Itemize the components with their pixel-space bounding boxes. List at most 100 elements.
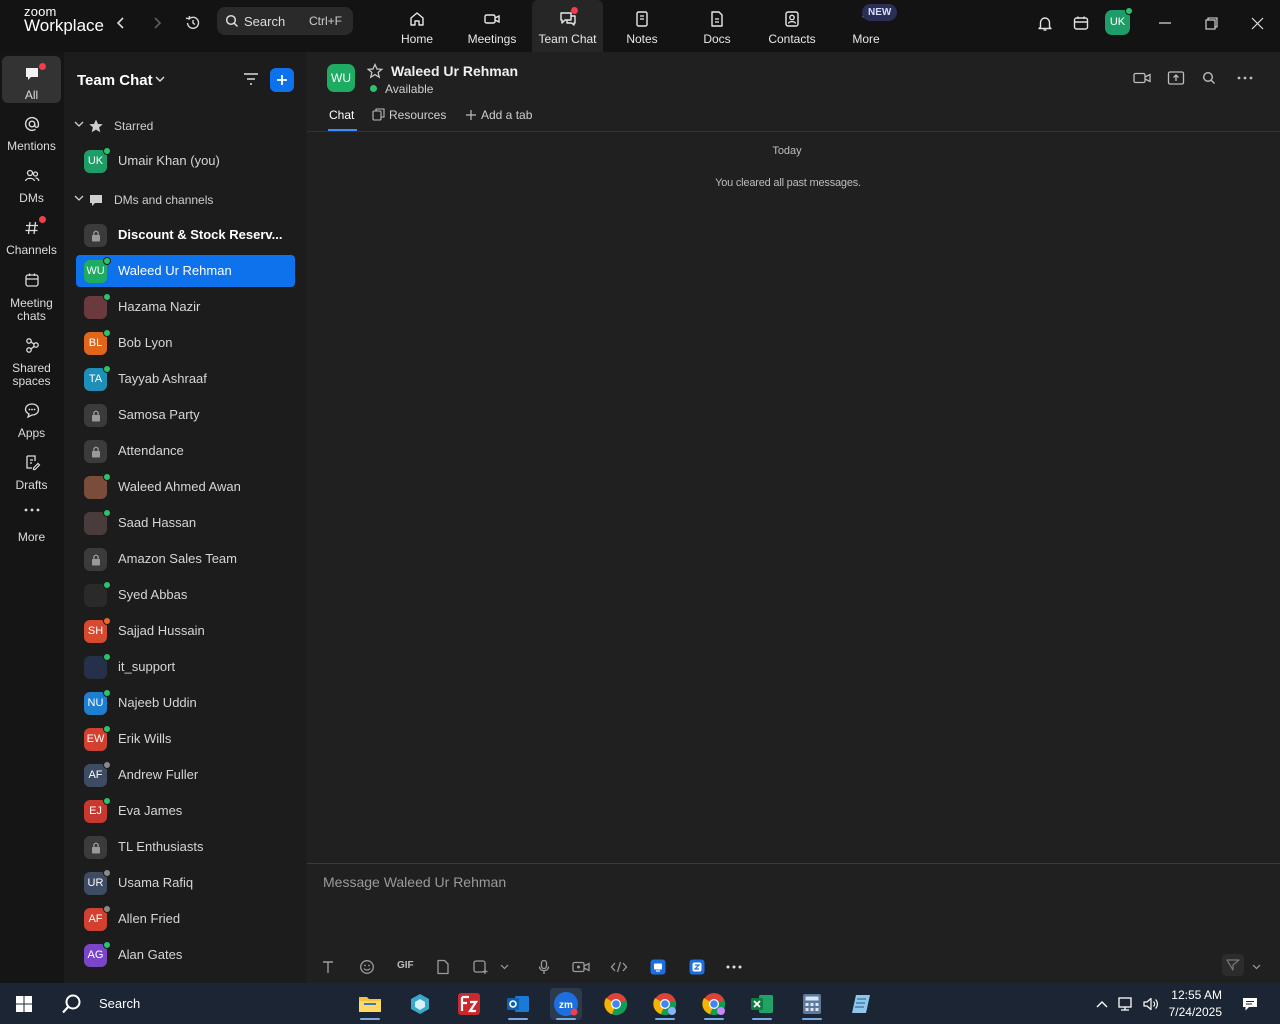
video-call-icon[interactable] (1133, 71, 1151, 85)
file-icon[interactable] (434, 958, 452, 976)
contact-row[interactable]: AF Allen Fried (76, 903, 295, 935)
whiteboard-app-icon[interactable] (649, 958, 667, 976)
taskbar-time[interactable]: 12:55 AM (1170, 988, 1222, 1002)
video-message-icon[interactable] (572, 958, 590, 976)
contact-row[interactable]: EW Erik Wills (76, 723, 295, 755)
chrome-icon[interactable] (600, 988, 632, 1020)
outlook-icon[interactable] (502, 988, 534, 1020)
zoom-app-icon[interactable] (688, 958, 706, 976)
contact-row[interactable]: SH Sajjad Hussain (76, 615, 295, 647)
contact-name: Andrew Fuller (118, 767, 199, 782)
taskbar-search-label[interactable]: Search (99, 996, 140, 1011)
rail-item-drafts[interactable]: Drafts (2, 448, 61, 494)
volume-icon[interactable] (1139, 988, 1163, 1020)
tab-chat[interactable]: Chat (329, 108, 354, 122)
contact-row[interactable]: Saad Hassan (76, 507, 295, 539)
rail-item-all[interactable]: All (2, 56, 61, 103)
contact-row[interactable]: AF Andrew Fuller (76, 759, 295, 791)
channel-row[interactable]: Amazon Sales Team (76, 543, 295, 575)
section-label: DMs and channels (114, 193, 214, 207)
chat-title[interactable]: Waleed Ur Rehman (391, 63, 518, 79)
calculator-icon[interactable] (796, 988, 828, 1020)
bell-icon[interactable] (1034, 12, 1056, 34)
tab-contacts[interactable]: Contacts (762, 0, 822, 52)
search-input[interactable]: Search Ctrl+F (217, 7, 353, 35)
contact-row[interactable]: NU Najeeb Uddin (76, 687, 295, 719)
notification-center-icon[interactable] (1234, 988, 1266, 1020)
windows-start-icon[interactable] (8, 988, 40, 1020)
share-screen-icon[interactable] (1167, 71, 1185, 85)
microphone-icon[interactable] (535, 958, 553, 976)
text-format-icon[interactable] (319, 958, 337, 976)
contact-row[interactable]: AG Alan Gates (76, 939, 295, 971)
chevron-down-icon[interactable] (155, 76, 165, 83)
tab-home[interactable]: Home (388, 0, 446, 52)
contact-row[interactable]: EJ Eva James (76, 795, 295, 827)
gif-button[interactable]: GIF (397, 960, 414, 971)
rail-item-channels[interactable]: Channels (2, 214, 61, 260)
show-hidden-icons-chevron[interactable] (1090, 988, 1114, 1020)
contact-row[interactable]: Hazama Nazir (76, 291, 295, 323)
minimize-icon[interactable] (1154, 12, 1176, 34)
code-snippet-icon[interactable] (610, 958, 628, 976)
more-icon (23, 507, 41, 513)
rail-item-more[interactable]: More (2, 500, 61, 546)
file-explorer-icon[interactable] (354, 988, 386, 1020)
tab-resources[interactable]: Resources (372, 108, 446, 122)
rail-item-meeting-chats[interactable]: Meeting chats (2, 266, 61, 324)
chrome-profile-icon-2[interactable] (698, 988, 730, 1020)
tab-add-a-tab[interactable]: Add a tab (465, 108, 532, 122)
search-icon[interactable] (1202, 71, 1216, 85)
contact-row[interactable]: it_support (76, 651, 295, 683)
tab-meetings[interactable]: Meetings (462, 0, 522, 52)
rail-item-apps[interactable]: Apps (2, 396, 61, 442)
channel-row[interactable]: TL Enthusiasts (76, 831, 295, 863)
forward-arrow-icon[interactable] (146, 12, 168, 34)
chevron-down-icon[interactable] (1247, 958, 1265, 976)
screenshot-icon[interactable] (471, 958, 489, 976)
rail-item-mentions[interactable]: Mentions (2, 110, 61, 156)
presence-dot (1125, 7, 1133, 15)
taskbar-search-icon[interactable] (56, 988, 88, 1020)
emoji-icon[interactable] (358, 958, 376, 976)
star-outline-icon[interactable] (367, 63, 383, 79)
back-arrow-icon[interactable] (110, 12, 132, 34)
chevron-down-icon[interactable] (495, 958, 513, 976)
rail-item-dms[interactable]: DMs (2, 162, 61, 208)
taskbar-date[interactable]: 7/24/2025 (1164, 1005, 1222, 1019)
network-icon[interactable] (1114, 988, 1138, 1020)
tab-notes[interactable]: Notes (615, 0, 669, 52)
more-options-icon[interactable] (1237, 76, 1253, 80)
contact-row[interactable]: TA Tayyab Ashraaf (76, 363, 295, 395)
zoom-taskbar-icon[interactable]: zm (550, 988, 582, 1020)
message-input[interactable]: Message Waleed Ur Rehman (323, 874, 506, 890)
app-icon-teal[interactable] (404, 988, 436, 1020)
send-button[interactable] (1222, 954, 1244, 976)
channel-row[interactable]: Samosa Party (76, 399, 295, 431)
chrome-profile-icon[interactable] (649, 988, 681, 1020)
contact-row[interactable]: Syed Abbas (76, 579, 295, 611)
channel-row[interactable]: Attendance (76, 435, 295, 467)
contact-row[interactable]: UR Usama Rafiq (76, 867, 295, 899)
restore-icon[interactable] (1200, 12, 1222, 34)
contact-row[interactable]: BL Bob Lyon (76, 327, 295, 359)
chat-avatar[interactable]: WU (327, 64, 355, 92)
close-icon[interactable] (1246, 12, 1268, 34)
filezilla-icon[interactable] (453, 988, 485, 1020)
user-avatar[interactable]: UK (1105, 7, 1133, 35)
tab-docs[interactable]: Docs (690, 0, 744, 52)
calendar-widget-icon[interactable] (1070, 12, 1092, 34)
more-tools-icon[interactable] (725, 958, 743, 976)
contact-row[interactable]: WU Waleed Ur Rehman (76, 255, 295, 287)
contact-row[interactable]: Waleed Ahmed Awan (76, 471, 295, 503)
tab-team-chat[interactable]: Team Chat (532, 0, 603, 52)
rail-item-shared-spaces[interactable]: Shared spaces (2, 331, 61, 389)
panel-title[interactable]: Team Chat (77, 72, 153, 89)
new-chat-button[interactable] (270, 68, 294, 92)
history-icon[interactable] (182, 12, 204, 34)
excel-icon[interactable] (746, 988, 778, 1020)
contact-row[interactable]: UK Umair Khan (you) (76, 145, 295, 177)
channel-row[interactable]: Discount & Stock Reserv... (76, 219, 295, 251)
filter-icon[interactable] (242, 71, 260, 87)
notepad-icon[interactable] (845, 988, 877, 1020)
